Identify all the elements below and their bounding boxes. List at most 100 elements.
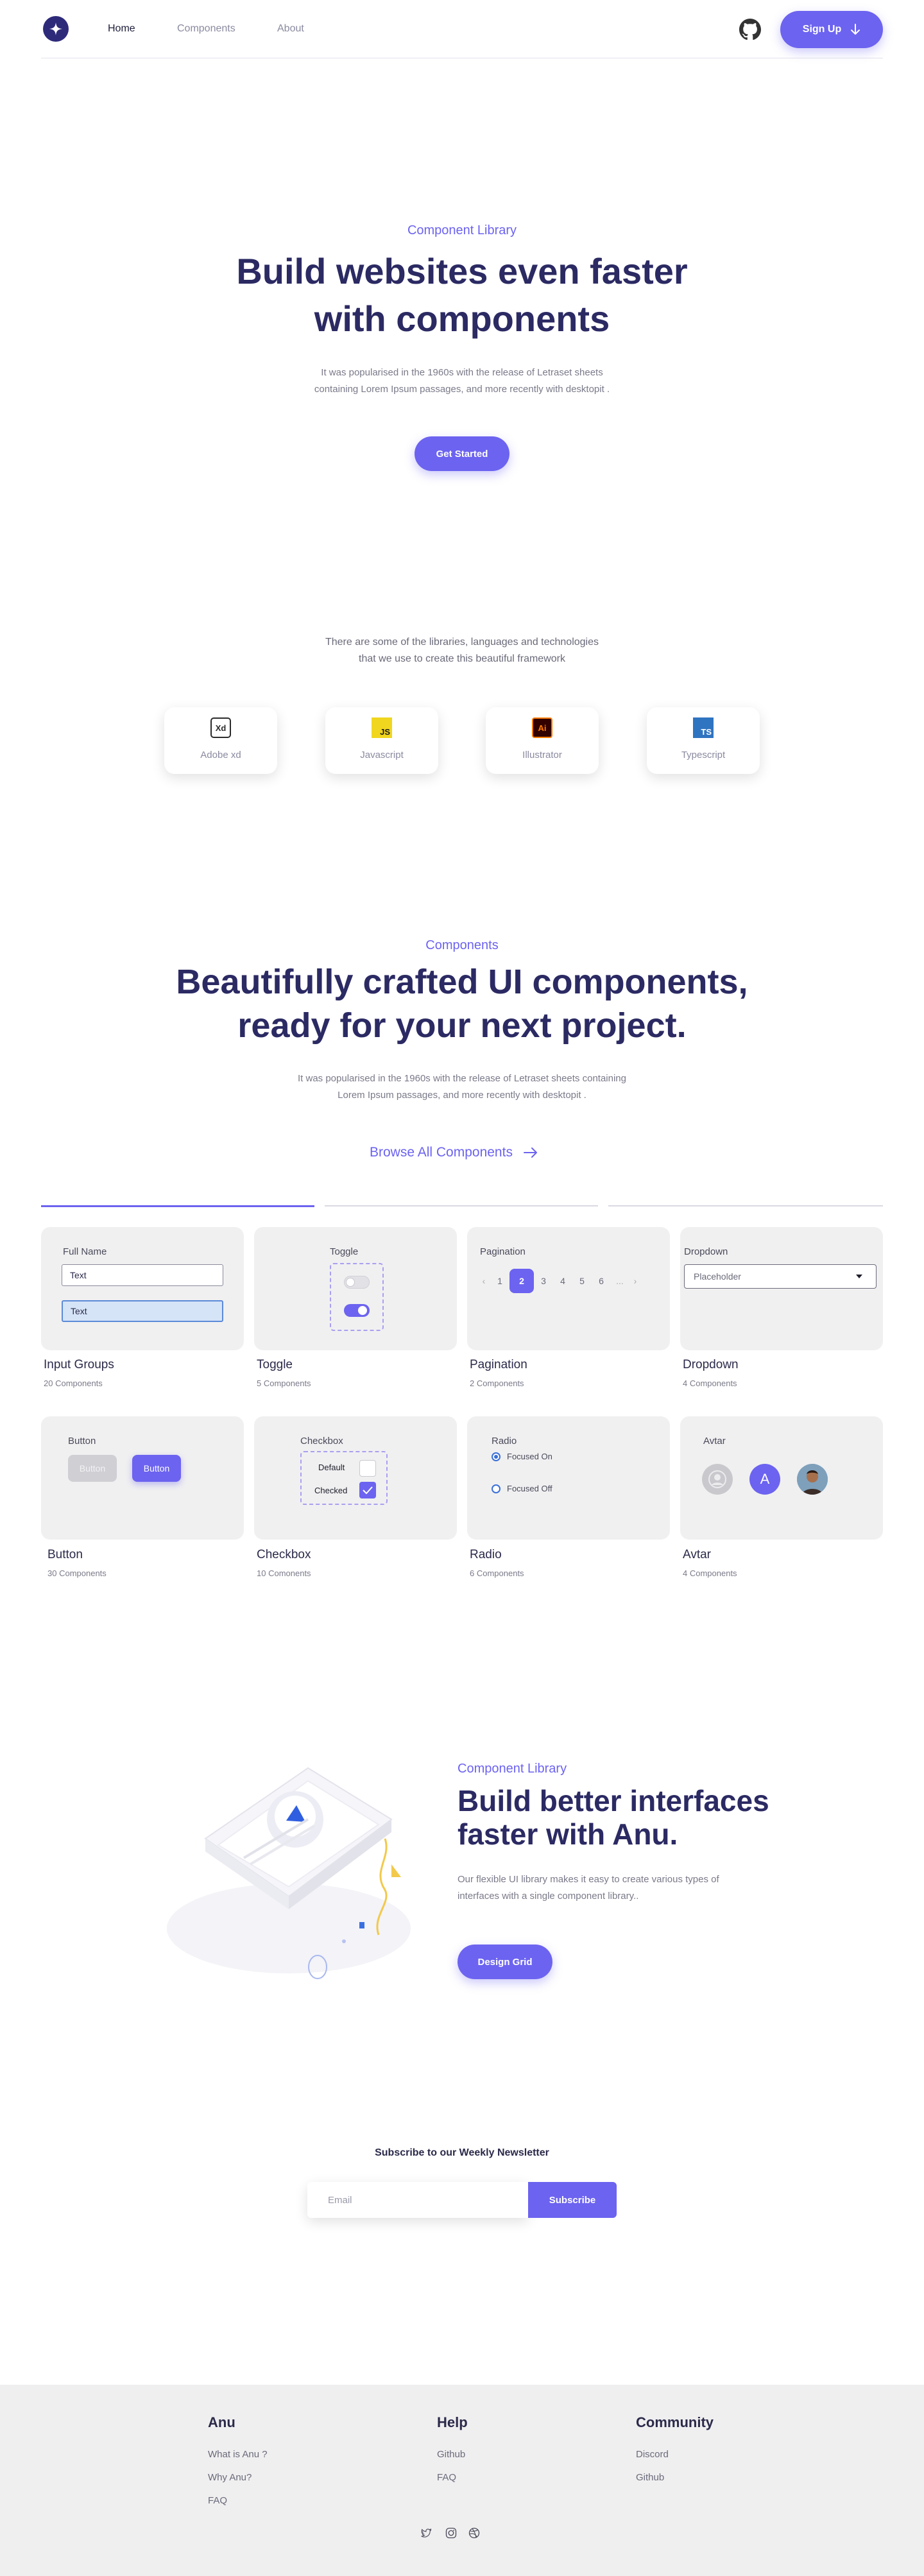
arrow-down-icon — [851, 24, 860, 35]
component-card-button[interactable]: Button Button Button — [41, 1416, 244, 1540]
dropdown-placeholder: Placeholder — [694, 1271, 741, 1282]
component-card-avatar[interactable]: Avtar A — [680, 1416, 883, 1540]
card-label: Dropdown — [684, 1246, 728, 1257]
primary-button-demo[interactable]: Button — [132, 1455, 181, 1482]
component-card-toggle[interactable]: Toggle — [254, 1227, 457, 1350]
dropdown-select-demo[interactable]: Placeholder — [684, 1264, 877, 1289]
tech-card-adobe-xd: Xd Adobe xd — [164, 707, 277, 774]
tab-indicator-active[interactable] — [41, 1205, 314, 1207]
instagram-icon[interactable] — [445, 2527, 457, 2539]
newsletter-heading: Subscribe to our Weekly Newsletter — [375, 2147, 549, 2158]
radio-off[interactable] — [492, 1484, 501, 1493]
components-title-line2: ready for your next project. — [237, 1006, 687, 1045]
github-icon[interactable] — [739, 19, 761, 40]
page-number[interactable]: 6 — [592, 1276, 611, 1286]
component-card-checkbox[interactable]: Checkbox Default Checked — [254, 1416, 457, 1540]
components-lead: It was popularised in the 1960s with the… — [0, 1070, 924, 1104]
checkbox-label-default: Default — [318, 1463, 345, 1472]
tab-indicator[interactable] — [325, 1205, 598, 1206]
nav-about[interactable]: About — [277, 23, 304, 35]
text-input-focused-demo[interactable]: Text — [62, 1300, 223, 1322]
checkbox-unchecked[interactable] — [359, 1460, 376, 1477]
chevron-right-icon[interactable]: › — [629, 1276, 642, 1286]
card-count: 20 Components — [44, 1378, 103, 1388]
text-input-demo[interactable]: Text — [62, 1264, 223, 1286]
components-title: Beautifully crafted UI components, ready… — [0, 960, 924, 1047]
footer-link[interactable]: FAQ — [437, 2472, 456, 2483]
card-title: Radio — [470, 1548, 502, 1561]
sparkle-icon — [49, 22, 62, 35]
feature-title: Build better interfaces faster with Anu. — [458, 1784, 791, 1851]
components-eyebrow: Components — [425, 938, 499, 952]
feature-body-line2: interfaces with a single component libra… — [458, 1891, 639, 1902]
page-number[interactable]: 5 — [572, 1276, 592, 1286]
avatar-placeholder — [702, 1464, 733, 1495]
card-count: 5 Components — [257, 1378, 311, 1388]
components-title-line1: Beautifully crafted UI components, — [176, 963, 748, 1001]
caret-down-icon — [856, 1275, 862, 1278]
card-title: Avtar — [683, 1548, 712, 1561]
component-card-radio[interactable]: Radio Focused On Focused Off — [467, 1416, 670, 1540]
card-label: Pagination — [480, 1246, 526, 1257]
page: Home Components About Sign Up Component … — [0, 0, 924, 2576]
avatar-photo — [797, 1464, 828, 1495]
component-card-input-groups[interactable]: Full Name Text Text — [41, 1227, 244, 1350]
page-ellipsis: ... — [616, 1276, 624, 1286]
check-icon — [363, 1486, 373, 1494]
illustrator-icon: Ai — [532, 717, 552, 738]
hero-lead-line1: It was popularised in the 1960s with the… — [321, 367, 603, 378]
footer-link[interactable]: Discord — [636, 2449, 669, 2460]
card-title: Dropdown — [683, 1358, 739, 1371]
card-count: 4 Components — [683, 1378, 737, 1388]
page-number-active[interactable]: 2 — [509, 1269, 534, 1293]
card-label: Full Name — [63, 1246, 107, 1257]
email-input[interactable]: Email — [307, 2182, 528, 2218]
tech-intro: There are some of the libraries, languag… — [0, 634, 924, 667]
checkbox-label-checked: Checked — [314, 1486, 348, 1495]
footer-heading-community: Community — [636, 2414, 714, 2430]
card-label: Radio — [492, 1436, 517, 1447]
card-count: 6 Components — [470, 1568, 524, 1578]
browse-all-link[interactable]: Browse All Components — [370, 1143, 556, 1162]
user-icon — [708, 1470, 726, 1488]
page-number[interactable]: 4 — [553, 1276, 572, 1286]
tech-card-illustrator: Ai Illustrator — [486, 707, 599, 774]
hero-eyebrow: Component Library — [407, 223, 517, 237]
footer-link[interactable]: FAQ — [208, 2495, 227, 2506]
sign-up-label: Sign Up — [802, 24, 842, 35]
avatar-initial: A — [749, 1464, 780, 1495]
footer-link[interactable]: What is Anu ? — [208, 2449, 268, 2460]
card-count: 30 Components — [47, 1568, 107, 1578]
radio-on[interactable] — [492, 1452, 501, 1461]
page-number[interactable]: 3 — [534, 1276, 553, 1286]
nav-home[interactable]: Home — [108, 23, 135, 35]
design-grid-button[interactable]: Design Grid — [458, 1945, 552, 1979]
tech-label: Illustrator — [522, 750, 562, 760]
footer-link[interactable]: Why Anu? — [208, 2472, 252, 2483]
get-started-button[interactable]: Get Started — [415, 436, 509, 471]
tech-label: Javascript — [360, 750, 404, 760]
radio-label-off: Focused Off — [507, 1484, 552, 1493]
twitter-icon[interactable] — [420, 2527, 432, 2539]
top-nav: Home Components About Sign Up — [41, 0, 883, 58]
footer-link[interactable]: Github — [636, 2472, 664, 2483]
chevron-left-icon[interactable]: ‹ — [477, 1276, 490, 1286]
tab-indicator[interactable] — [608, 1205, 883, 1206]
feature-body: Our flexible UI library makes it easy to… — [458, 1871, 719, 1905]
arrow-right-icon — [523, 1147, 537, 1158]
toggle-on[interactable] — [344, 1304, 370, 1317]
card-count: 4 Components — [683, 1568, 737, 1578]
component-card-pagination[interactable]: Pagination ‹ 1 2 3 4 5 6 ... › — [467, 1227, 670, 1350]
subscribe-button[interactable]: Subscribe — [528, 2182, 617, 2218]
feature-body-line1: Our flexible UI library makes it easy to… — [458, 1874, 719, 1885]
logo[interactable] — [43, 16, 69, 42]
checkbox-checked[interactable] — [359, 1482, 376, 1498]
sign-up-button[interactable]: Sign Up — [780, 11, 883, 48]
component-card-dropdown[interactable]: Dropdown Placeholder — [680, 1227, 883, 1350]
dribbble-icon[interactable] — [468, 2527, 480, 2539]
toggle-off[interactable] — [344, 1276, 370, 1289]
footer-link[interactable]: Github — [437, 2449, 465, 2460]
components-lead-line1: It was popularised in the 1960s with the… — [298, 1073, 626, 1084]
page-number[interactable]: 1 — [490, 1276, 509, 1286]
nav-components[interactable]: Components — [177, 23, 235, 35]
